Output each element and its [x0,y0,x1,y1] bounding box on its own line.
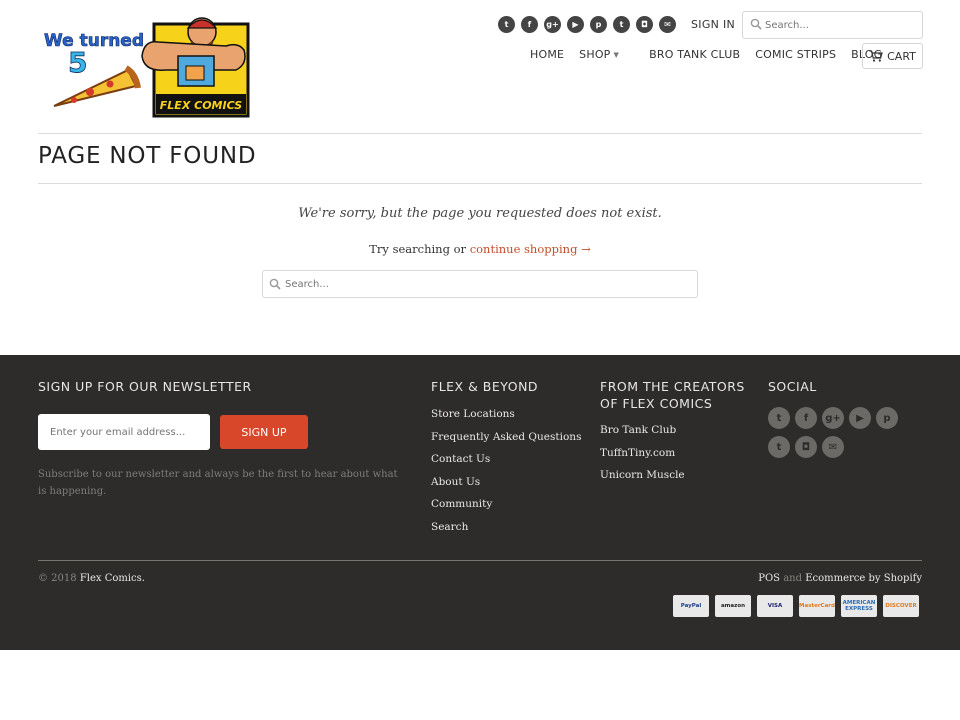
copyright: © 2018 Flex Comics. [38,573,145,584]
header-search-input[interactable] [765,12,915,38]
social-heading: SOCIAL [768,379,817,394]
creators-heading-line2: OF FLEX COMICS [600,396,713,411]
google-plus-icon[interactable]: g+ [822,407,844,429]
powered-by: POS and Ecommerce by Shopify [758,573,922,584]
signup-button[interactable]: SIGN UP [220,415,308,449]
flex-beyond-heading: FLEX & BEYOND [431,379,539,394]
logo-image: We turned 5 FLEX COMICS [44,17,250,118]
facebook-icon[interactable]: f [795,407,817,429]
svg-text:5: 5 [68,46,87,79]
footer-divider [38,560,922,561]
header-social-icons: t f g+ ▶ p t ◘ ✉ [498,16,676,33]
page-title: PAGE NOT FOUND [38,143,257,169]
ecommerce-link[interactable]: Ecommerce by Shopify [805,573,922,584]
cart-label: CART [887,49,916,63]
footer-creators-link[interactable]: Bro Tank Club [600,423,685,446]
pos-link[interactable]: POS [758,573,780,584]
flex-beyond-links: Store Locations Frequently Asked Question… [431,407,581,542]
amazon-icon: amazon [715,595,751,617]
youtube-icon[interactable]: ▶ [567,16,584,33]
twitter-icon[interactable]: t [498,16,515,33]
search-icon [269,278,281,290]
footer-flex-link[interactable]: About Us [431,475,581,498]
footer-social-icons: t f g+ ▶ p t ◘ ✉ [768,407,908,458]
svg-text:FLEX COMICS: FLEX COMICS [160,99,242,112]
creators-heading: FROM THE CREATORS OF FLEX COMICS [600,378,745,412]
footer-flex-link[interactable]: Contact Us [431,452,581,475]
visa-icon: VISA [757,595,793,617]
svg-text:We turned: We turned [44,31,144,51]
nav-bro-tank-club[interactable]: BRO TANK CLUB [649,48,740,61]
facebook-icon[interactable]: f [521,16,538,33]
header-search[interactable] [742,11,923,39]
creators-links: Bro Tank Club TuffnTiny.com Unicorn Muscle [600,423,685,491]
footer-creators-link[interactable]: Unicorn Muscle [600,468,685,491]
pinterest-icon[interactable]: p [876,407,898,429]
instagram-icon[interactable]: ◘ [636,16,653,33]
footer-creators-link[interactable]: TuffnTiny.com [600,446,685,469]
nav-home[interactable]: HOME [530,48,564,61]
email-icon[interactable]: ✉ [822,436,844,458]
copyright-year: © 2018 [38,573,77,584]
amex-icon: AMERICAN EXPRESS [841,595,877,617]
discover-icon: DISCOVER [883,595,919,617]
cart-icon [869,50,883,62]
copyright-brand-link[interactable]: Flex Comics. [80,573,145,584]
powered-and: and [783,573,803,584]
newsletter-heading: SIGN UP FOR OUR NEWSLETTER [38,379,252,394]
site-footer: SIGN UP FOR OUR NEWSLETTER SIGN UP Subsc… [0,355,960,650]
title-divider [38,183,922,184]
footer-flex-link[interactable]: Store Locations [431,407,581,430]
mastercard-icon: MasterCard [799,595,835,617]
nav-shop-label: SHOP [579,48,611,61]
email-icon[interactable]: ✉ [659,16,676,33]
tumblr-icon[interactable]: t [768,436,790,458]
try-text: Try searching or [369,242,467,256]
pinterest-icon[interactable]: p [590,16,607,33]
try-searching-line: Try searching or continue shopping → [0,242,960,256]
creators-heading-line1: FROM THE CREATORS [600,379,745,394]
nav-comic-strips[interactable]: COMIC STRIPS [755,48,836,61]
newsletter-description: Subscribe to our newsletter and always b… [38,469,398,497]
youtube-icon[interactable]: ▶ [849,407,871,429]
sign-in-link[interactable]: SIGN IN [691,18,735,31]
chevron-down-icon: ▼ [613,51,620,59]
nav-shop[interactable]: SHOP ▼ [579,48,634,61]
continue-shopping-link[interactable]: continue shopping → [470,242,591,256]
not-found-message: We're sorry, but the page you requested … [298,206,662,221]
footer-flex-link[interactable]: Community [431,497,581,520]
twitter-icon[interactable]: t [768,407,790,429]
google-plus-icon[interactable]: g+ [544,16,561,33]
header-divider [38,133,922,134]
main-nav: HOME SHOP ▼ BRO TANK CLUB COMIC STRIPS BL… [530,48,897,61]
cart-button[interactable]: CART [862,43,923,69]
newsletter-email-field[interactable] [38,414,210,450]
page-search-input[interactable] [285,271,685,297]
search-icon [750,18,762,30]
site-logo[interactable]: We turned 5 FLEX COMICS [40,10,250,118]
footer-flex-link[interactable]: Search [431,520,581,543]
tumblr-icon[interactable]: t [613,16,630,33]
payment-icons: PayPal amazon VISA MasterCard AMERICAN EXPRE… [673,595,919,617]
page-search[interactable] [262,270,698,298]
paypal-icon: PayPal [673,595,709,617]
instagram-icon[interactable]: ◘ [795,436,817,458]
footer-flex-link[interactable]: Frequently Asked Questions [431,430,581,453]
newsletter-email-input[interactable] [38,414,210,450]
